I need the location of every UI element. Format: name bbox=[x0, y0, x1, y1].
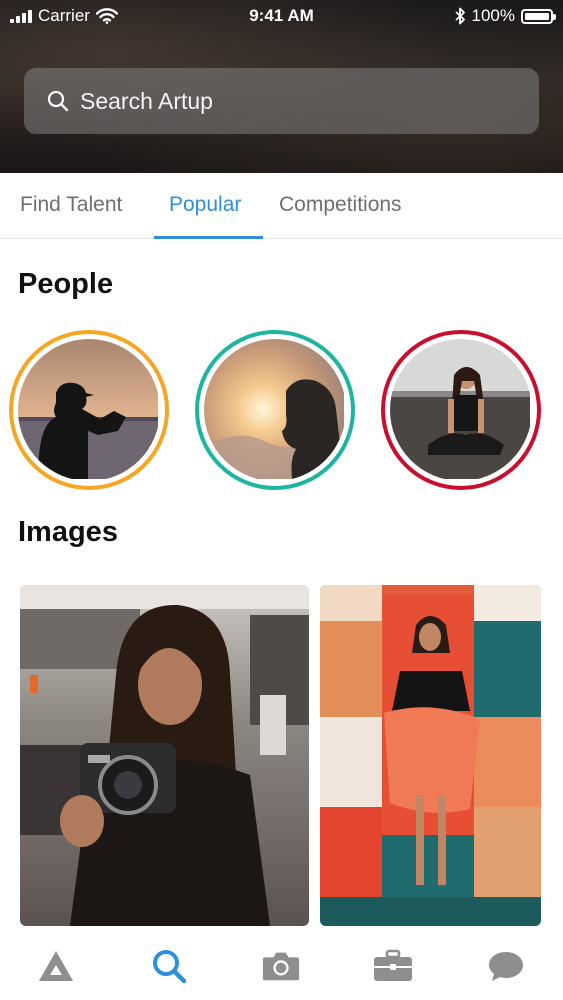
nav-messages[interactable] bbox=[486, 946, 526, 986]
battery-percent: 100% bbox=[471, 6, 515, 25]
avatar-photo-beach bbox=[390, 339, 530, 479]
image-colorful-wall-woman bbox=[320, 585, 541, 926]
search-icon bbox=[47, 90, 69, 112]
chat-icon bbox=[489, 952, 523, 981]
search-input[interactable] bbox=[80, 87, 500, 115]
tab-competitions[interactable]: Competitions bbox=[279, 193, 402, 217]
images-section-title: Images bbox=[18, 516, 118, 548]
avatar-photo-sunset bbox=[204, 339, 344, 479]
person-avatar-3[interactable] bbox=[381, 330, 541, 490]
nav-camera[interactable] bbox=[261, 946, 301, 986]
person-avatar-2[interactable] bbox=[195, 330, 355, 490]
image-card-1[interactable] bbox=[20, 585, 309, 926]
tab-find-talent[interactable]: Find Talent bbox=[20, 193, 122, 217]
status-bar: Carrier 9:41 AM 100% bbox=[0, 0, 563, 32]
briefcase-icon bbox=[374, 949, 412, 981]
avatar-photo-silhouette bbox=[18, 339, 158, 481]
tab-bar: Find Talent Popular Competitions bbox=[0, 173, 563, 239]
bluetooth-icon bbox=[454, 7, 465, 25]
nav-home[interactable] bbox=[36, 946, 76, 986]
nav-jobs[interactable] bbox=[373, 946, 413, 986]
person-avatar-1[interactable] bbox=[9, 330, 169, 490]
search-icon bbox=[153, 950, 187, 984]
image-card-2[interactable] bbox=[320, 585, 541, 926]
header-background: Carrier 9:41 AM 100% bbox=[0, 0, 563, 173]
battery-icon bbox=[521, 8, 556, 24]
people-section-title: People bbox=[18, 268, 114, 300]
tab-popular[interactable]: Popular bbox=[169, 193, 241, 217]
active-tab-indicator bbox=[154, 236, 263, 239]
bottom-navigation bbox=[0, 932, 563, 1000]
camera-icon bbox=[262, 952, 300, 981]
image-photographer-woman bbox=[20, 585, 309, 926]
artup-logo-icon bbox=[39, 951, 73, 981]
nav-search[interactable] bbox=[149, 946, 189, 986]
search-bar[interactable] bbox=[24, 68, 539, 134]
